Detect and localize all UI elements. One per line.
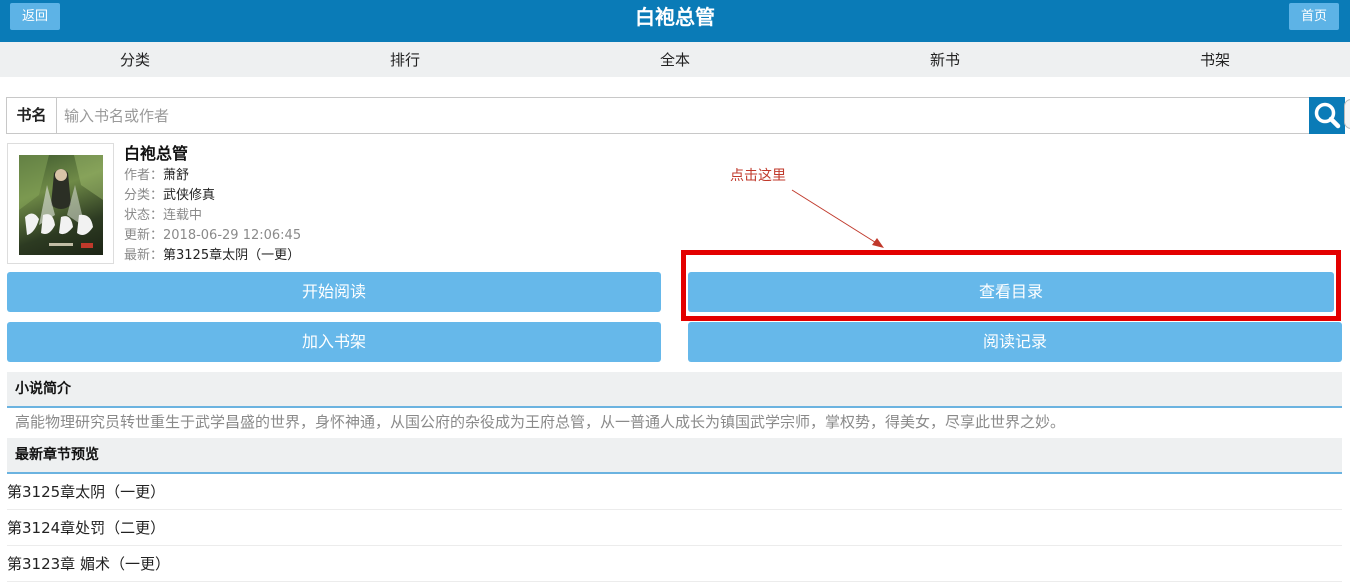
- chapter-item[interactable]: 第3124章处罚（二更）: [7, 510, 1342, 546]
- author-link[interactable]: 萧舒: [163, 168, 189, 183]
- book-title: 白袍总管: [124, 144, 189, 163]
- category-nav: 分类 排行 全本 新书 书架: [0, 42, 1350, 77]
- chapter-list: 第3125章太阴（一更） 第3124章处罚（二更） 第3123章 媚术（一更）: [7, 474, 1342, 582]
- author-line: 作者：萧舒: [124, 166, 301, 186]
- latest-chapters-heading: 最新章节预览: [7, 438, 1342, 474]
- search-button[interactable]: [1309, 97, 1345, 134]
- search-input[interactable]: [58, 98, 1308, 133]
- start-reading-button[interactable]: 开始阅读: [7, 272, 661, 312]
- nav-item-complete[interactable]: 全本: [540, 42, 810, 77]
- chapter-item[interactable]: 第3125章太阴（一更）: [7, 474, 1342, 510]
- search-icon: [1314, 102, 1341, 129]
- nav-item-new-books[interactable]: 新书: [810, 42, 1080, 77]
- intro-heading: 小说简介: [7, 372, 1342, 408]
- author-label: 作者：: [124, 168, 164, 183]
- book-info: 白袍总管 作者：萧舒 分类：武侠修真 状态：连载中 更新：2018-06-29 …: [124, 144, 301, 266]
- reading-record-button[interactable]: 阅读记录: [688, 322, 1342, 362]
- search-label: 书名: [7, 98, 57, 133]
- book-cover[interactable]: [7, 143, 114, 264]
- category-label: 分类：: [124, 188, 164, 203]
- status-value: 连载中: [163, 208, 203, 223]
- add-to-shelf-button[interactable]: 加入书架: [7, 322, 661, 362]
- latest-chapter-link[interactable]: 第3125章太阴（一更）: [163, 248, 300, 263]
- intro-text: 高能物理研究员转世重生于武学昌盛的世界，身怀神通，从国公府的杂役成为王府总管，从…: [15, 413, 1066, 431]
- edge-scroll-handle: [1344, 99, 1350, 129]
- home-button[interactable]: 首页: [1289, 3, 1339, 30]
- nav-item-bookshelf[interactable]: 书架: [1080, 42, 1350, 77]
- category-line: 分类：武侠修真: [124, 186, 301, 206]
- updated-line: 更新：2018-06-29 12:06:45: [124, 226, 301, 246]
- annotation-highlight-box: [681, 250, 1341, 321]
- status-line: 状态：连载中: [124, 206, 301, 226]
- updated-label: 更新：: [124, 228, 164, 243]
- latest-line: 最新：第3125章太阴（一更）: [124, 246, 301, 266]
- cover-image: [19, 155, 103, 255]
- category-link[interactable]: 武侠修真: [163, 188, 215, 203]
- header-bar: 返回 白袍总管 首页: [0, 0, 1350, 42]
- nav-item-category[interactable]: 分类: [0, 42, 270, 77]
- status-label: 状态：: [124, 208, 164, 223]
- search-bar: 书名: [6, 97, 1345, 134]
- page-title: 白袍总管: [635, 5, 715, 29]
- latest-label: 最新：: [124, 248, 164, 263]
- updated-value: 2018-06-29 12:06:45: [163, 228, 302, 243]
- annotation-label: 点击这里: [730, 168, 786, 184]
- chapter-item[interactable]: 第3123章 媚术（一更）: [7, 546, 1342, 582]
- nav-item-ranking[interactable]: 排行: [270, 42, 540, 77]
